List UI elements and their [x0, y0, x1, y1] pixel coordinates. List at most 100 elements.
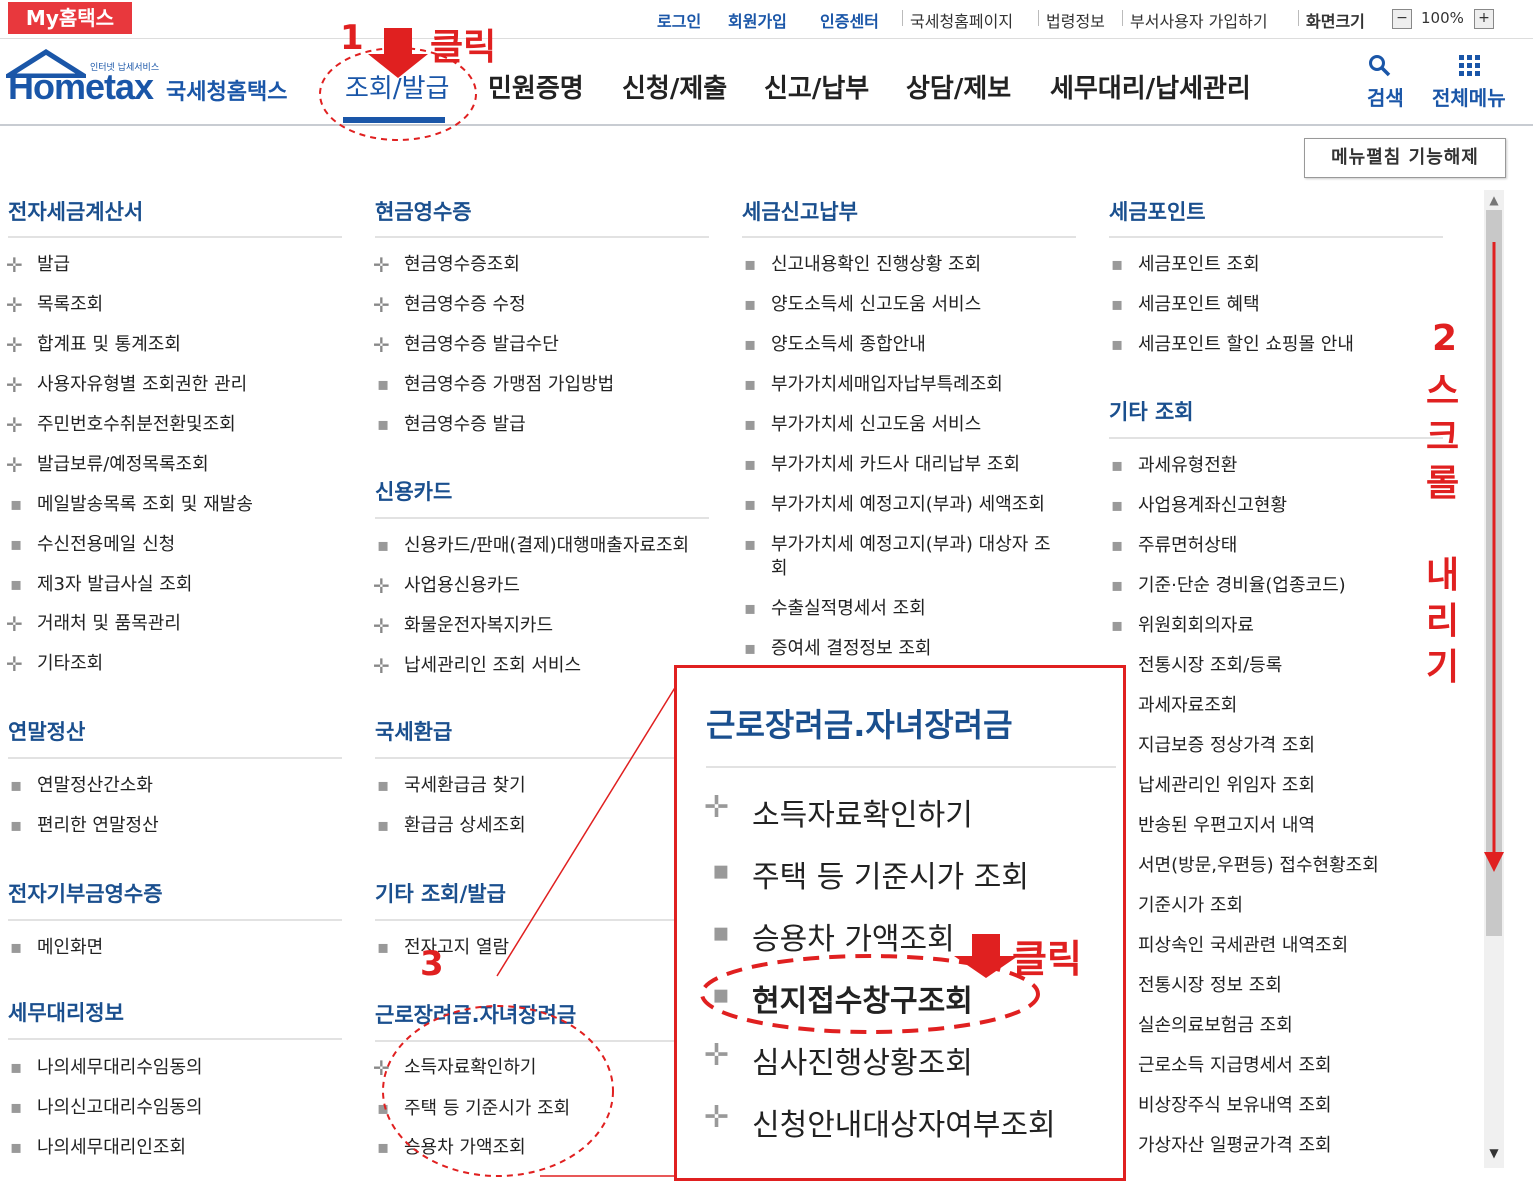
menu-item[interactable]: 메일발송목록 조회 및 재발송 — [37, 493, 253, 517]
menu-item[interactable]: 나의세무대리인조회 — [37, 1136, 186, 1160]
menu-item[interactable]: 부가가치세 카드사 대리납부 조회 — [771, 453, 1020, 477]
zoom-menu-item[interactable]: 심사진행상황조회 — [752, 1038, 973, 1082]
menu-item[interactable]: 위원회회의자료 — [1138, 614, 1254, 638]
section-title-earned-income-child-credit[interactable]: 근로장려금.자녀장려금 — [375, 999, 576, 1029]
menu-item[interactable]: 세금포인트 혜택 — [1138, 293, 1260, 317]
menu-item[interactable]: 과세유형전환 — [1138, 454, 1237, 478]
nav-application-submit[interactable]: 신청/제출 — [622, 68, 727, 105]
logo-korean-name[interactable]: 국세청홈택스 — [166, 74, 287, 106]
login-link[interactable]: 로그인 — [657, 8, 701, 32]
law-info-link[interactable]: 법령정보 — [1046, 8, 1105, 32]
menu-item[interactable]: 부가가치세 신고도움 서비스 — [771, 413, 981, 437]
menu-item[interactable]: 전통시장 조회/등록 — [1138, 654, 1282, 678]
menu-item[interactable]: 양도소득세 신고도움 서비스 — [771, 293, 981, 317]
section-title-tax-refund[interactable]: 국세환급 — [375, 716, 452, 746]
menu-item[interactable]: 메인화면 — [37, 936, 103, 960]
menu-item[interactable]: 목록조회 — [37, 293, 103, 317]
menu-item[interactable]: 납세관리인 위임자 조회 — [1138, 774, 1315, 798]
menu-item[interactable]: 신고내용확인 진행상황 조회 — [771, 253, 981, 277]
my-hometax-button[interactable]: My홈택스 — [8, 2, 132, 34]
menu-item[interactable]: 세금포인트 조회 — [1138, 253, 1260, 277]
nav-report-payment[interactable]: 신고/납부 — [764, 68, 869, 105]
menu-item[interactable]: 증여세 결정정보 조회 — [771, 637, 931, 661]
zoom-menu-item[interactable]: 승용차 가액조회 — [752, 914, 955, 958]
menu-item[interactable]: 편리한 연말정산 — [37, 814, 159, 838]
zoom-menu-item[interactable]: 신청안내대상자여부조회 — [752, 1100, 1056, 1144]
menu-item[interactable]: 국세환급금 찾기 — [404, 774, 526, 798]
menu-item[interactable]: 현금영수증 발급 — [404, 413, 526, 437]
zoom-in-button[interactable]: + — [1474, 9, 1494, 29]
menu-item[interactable]: 화물운전자복지카드 — [404, 614, 553, 638]
menu-item[interactable]: 현금영수증조회 — [404, 253, 520, 277]
menu-item[interactable]: 가상자산 일평균가격 조회 — [1138, 1134, 1332, 1158]
dept-user-signup-link[interactable]: 부서사용자 가입하기 — [1130, 8, 1268, 32]
menu-item[interactable]: 전통시장 정보 조회 — [1138, 974, 1282, 998]
menu-item[interactable]: 주민번호수취분전환및조회 — [37, 413, 236, 437]
nav-consult-report[interactable]: 상담/제보 — [906, 68, 1011, 105]
menu-item[interactable]: 환급금 상세조회 — [404, 814, 526, 838]
menu-item[interactable]: 세금포인트 할인 쇼핑몰 안내 — [1138, 333, 1354, 357]
menu-item[interactable]: 나의세무대리수임동의 — [37, 1056, 203, 1080]
search-label[interactable]: 검색 — [1367, 82, 1404, 111]
menu-item[interactable]: 발급 — [37, 253, 70, 277]
menu-item[interactable]: 제3자 발급사실 조회 — [37, 573, 192, 597]
scroll-down-arrow-icon[interactable]: ▼ — [1484, 1143, 1504, 1163]
all-menu-label[interactable]: 전체메뉴 — [1432, 82, 1506, 111]
menu-item[interactable]: 주택 등 기준시가 조회 — [404, 1097, 570, 1121]
menu-item[interactable]: 사업용계좌신고현황 — [1138, 494, 1287, 518]
menu-item[interactable]: 현금영수증 발급수단 — [404, 333, 559, 357]
menu-item[interactable]: 발급보류/예정목록조회 — [37, 453, 209, 477]
menu-item[interactable]: 기준·단순 경비율(업종코드) — [1138, 574, 1346, 598]
menu-item[interactable]: 서면(방문,우편등) 접수현황조회 — [1138, 854, 1379, 878]
menu-item[interactable]: 사용자유형별 조회권한 관리 — [37, 373, 247, 397]
section-title-e-donation-receipt[interactable]: 전자기부금영수증 — [8, 878, 163, 908]
signup-link[interactable]: 회원가입 — [728, 8, 787, 32]
section-title-tax-agent-info[interactable]: 세무대리정보 — [8, 997, 124, 1027]
scroll-up-arrow-icon[interactable]: ▲ — [1484, 190, 1504, 210]
nav-civil-certificate[interactable]: 민원증명 — [488, 68, 584, 105]
section-title-cash-receipt[interactable]: 현금영수증 — [375, 196, 472, 226]
menu-item[interactable]: 부가가치세 예정고지(부과) 대상자 조 — [771, 533, 1051, 557]
section-title-year-end-settlement[interactable]: 연말정산 — [8, 716, 85, 746]
nts-homepage-link[interactable]: 국세청홈페이지 — [910, 8, 1013, 32]
menu-item[interactable]: 과세자료조회 — [1138, 694, 1237, 718]
local-reception-inquiry-item[interactable]: 현지접수창구조회 — [752, 976, 973, 1020]
menu-item[interactable]: 근로소득 지급명세서 조회 — [1138, 1054, 1332, 1078]
nav-inquiry-issue[interactable]: 조회/발급 — [345, 68, 449, 105]
menu-item[interactable]: 지급보증 정상가격 조회 — [1138, 734, 1315, 758]
section-title-tax-point[interactable]: 세금포인트 — [1109, 196, 1206, 226]
nav-tax-agent[interactable]: 세무대리/납세관리 — [1050, 68, 1251, 105]
section-title-tax-report-payment[interactable]: 세금신고납부 — [742, 196, 858, 226]
menu-item[interactable]: 주류면허상태 — [1138, 534, 1237, 558]
menu-item[interactable]: 기준시가 조회 — [1138, 894, 1243, 918]
menu-item-continued[interactable]: 회 — [771, 557, 788, 581]
menu-item[interactable]: 나의신고대리수임동의 — [37, 1096, 203, 1120]
scrollbar-thumb[interactable] — [1486, 210, 1502, 936]
menu-item[interactable]: 현금영수증 수정 — [404, 293, 526, 317]
menu-item[interactable]: 소득자료확인하기 — [404, 1056, 536, 1080]
section-title-other-inquiry[interactable]: 기타 조회 — [1109, 396, 1194, 426]
search-icon[interactable] — [1368, 54, 1392, 78]
grid-menu-icon[interactable] — [1458, 54, 1482, 78]
zoom-out-button[interactable]: − — [1392, 9, 1412, 29]
menu-item[interactable]: 부가가치세 예정고지(부과) 세액조회 — [771, 493, 1045, 517]
menu-item[interactable]: 합계표 및 통계조회 — [37, 333, 181, 357]
menu-item[interactable]: 납세관리인 조회 서비스 — [404, 654, 581, 678]
menu-item[interactable]: 수출실적명세서 조회 — [771, 597, 926, 621]
menu-item[interactable]: 현금영수증 가맹점 가입방법 — [404, 373, 614, 397]
cert-center-link[interactable]: 인증센터 — [820, 8, 879, 32]
menu-item[interactable]: 기타조회 — [37, 652, 103, 676]
menu-item[interactable]: 수신전용메일 신청 — [37, 533, 175, 557]
menu-item[interactable]: 피상속인 국세관련 내역조회 — [1138, 934, 1348, 958]
hometax-logo[interactable]: Hometax — [8, 66, 154, 108]
zoom-menu-item[interactable]: 주택 등 기준시가 조회 — [752, 852, 1029, 896]
section-title-e-tax-invoice[interactable]: 전자세금계산서 — [8, 196, 143, 226]
section-title-other-inquiry-issue[interactable]: 기타 조회/발급 — [375, 878, 506, 908]
menu-item[interactable]: 연말정산간소화 — [37, 774, 153, 798]
menu-item[interactable]: 거래처 및 품목관리 — [37, 612, 181, 636]
section-title-credit-card[interactable]: 신용카드 — [375, 476, 452, 506]
menu-item[interactable]: 사업용신용카드 — [404, 574, 520, 598]
menu-item[interactable]: 승용차 가액조회 — [404, 1136, 526, 1160]
zoom-menu-item[interactable]: 소득자료확인하기 — [752, 790, 973, 834]
menu-item[interactable]: 비상장주식 보유내역 조회 — [1138, 1094, 1332, 1118]
